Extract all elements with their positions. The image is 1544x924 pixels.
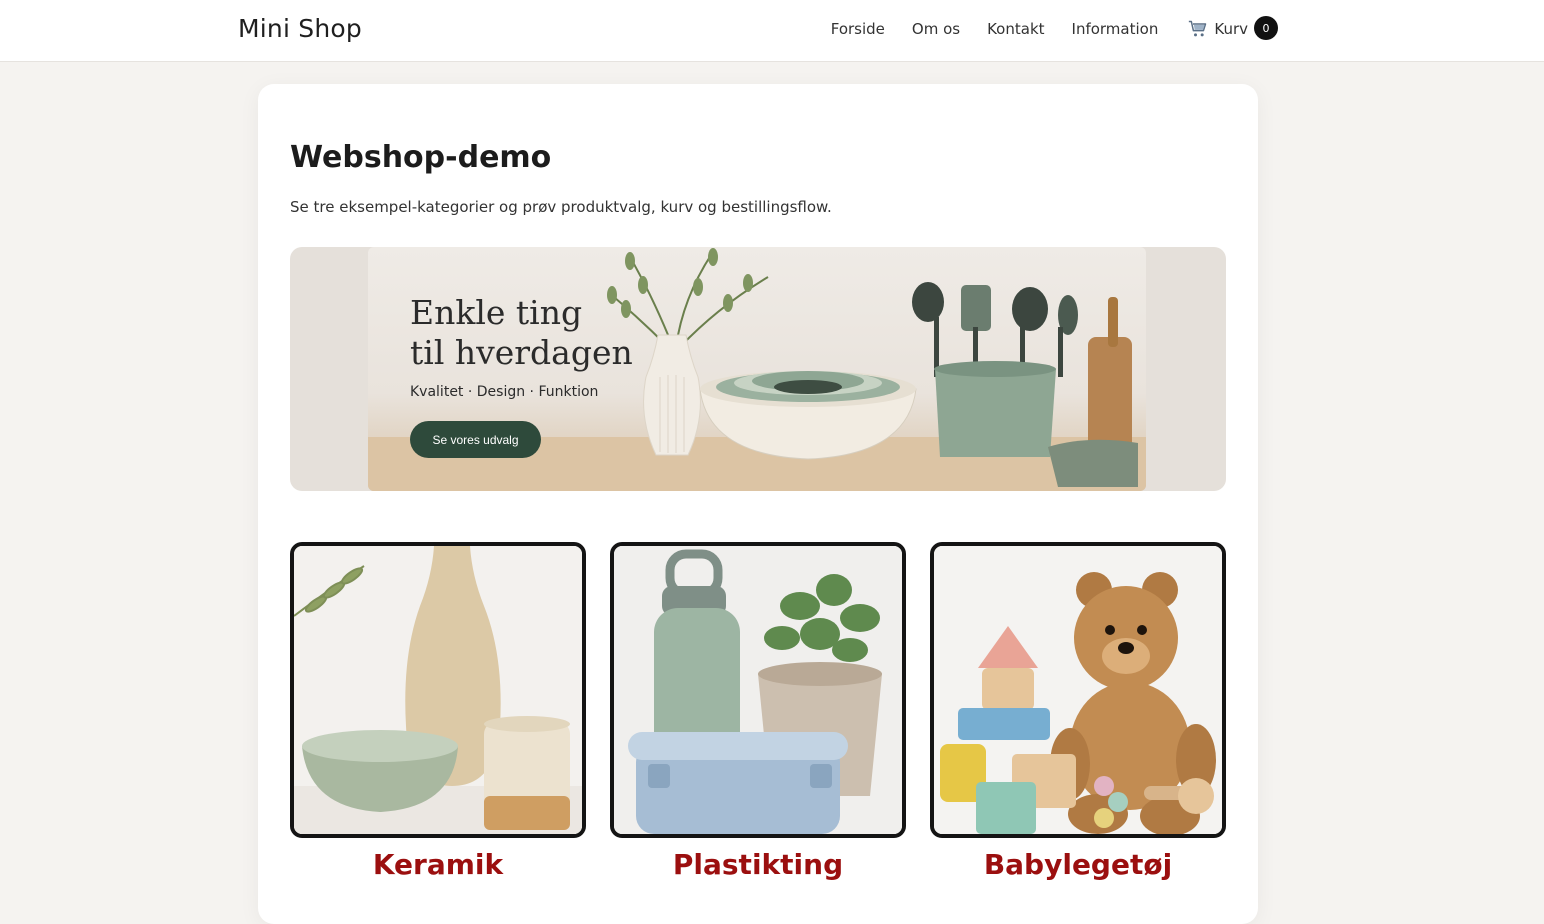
hero-title-line-2: til hverdagen — [410, 333, 633, 372]
category-card-keramik[interactable]: Keramik — [290, 542, 586, 881]
page-intro-text: Se tre eksempel-kategorier og prøv produ… — [290, 198, 832, 216]
cart-count-badge: 0 — [1254, 16, 1278, 40]
hero-subtitle: Kvalitet · Design · Funktion — [410, 384, 599, 400]
baby-toys-photo — [934, 546, 1222, 834]
hero-title-line-1: Enkle ting — [410, 293, 583, 332]
category-label-plastikting[interactable]: Plastikting — [610, 848, 906, 881]
category-label-keramik[interactable]: Keramik — [290, 848, 586, 881]
nav-link-om-os[interactable]: Om os — [912, 16, 960, 42]
ceramics-photo — [294, 546, 582, 834]
nav-link-information[interactable]: Information — [1072, 16, 1159, 42]
category-card-babylegetoj[interactable]: Babylegetøj — [930, 542, 1226, 881]
page-title: Webshop-demo — [290, 140, 552, 175]
top-navigation-bar: Mini Shop Forside Om os Kontakt Informat… — [0, 0, 1544, 62]
main-nav: Forside Om os Kontakt Information Kurv 0 — [804, 16, 1278, 42]
plastic-items-photo — [614, 546, 902, 834]
hero-image: Enkle ting til hverdagen Kvalitet · Desi… — [368, 247, 1146, 491]
category-image-babylegetoj[interactable] — [930, 542, 1226, 838]
category-image-keramik[interactable] — [290, 542, 586, 838]
cart-label: Kurv — [1214, 20, 1248, 38]
content-card: Webshop-demo Se tre eksempel-kategorier … — [258, 84, 1258, 924]
brand-logo-text[interactable]: Mini Shop — [238, 14, 362, 43]
category-card-plastikting[interactable]: Plastikting — [610, 542, 906, 881]
hero-title: Enkle ting til hverdagen — [410, 293, 710, 373]
shopping-cart-icon — [1189, 20, 1207, 37]
nav-link-kontakt[interactable]: Kontakt — [987, 16, 1044, 42]
hero-banner: Enkle ting til hverdagen Kvalitet · Desi… — [290, 247, 1226, 491]
see-selection-button[interactable]: Se vores udvalg — [410, 421, 541, 458]
category-label-babylegetoj[interactable]: Babylegetøj — [930, 848, 1226, 881]
cart-button[interactable]: Kurv 0 — [1188, 16, 1278, 40]
nav-link-forside[interactable]: Forside — [831, 16, 885, 42]
category-image-plastikting[interactable] — [610, 542, 906, 838]
